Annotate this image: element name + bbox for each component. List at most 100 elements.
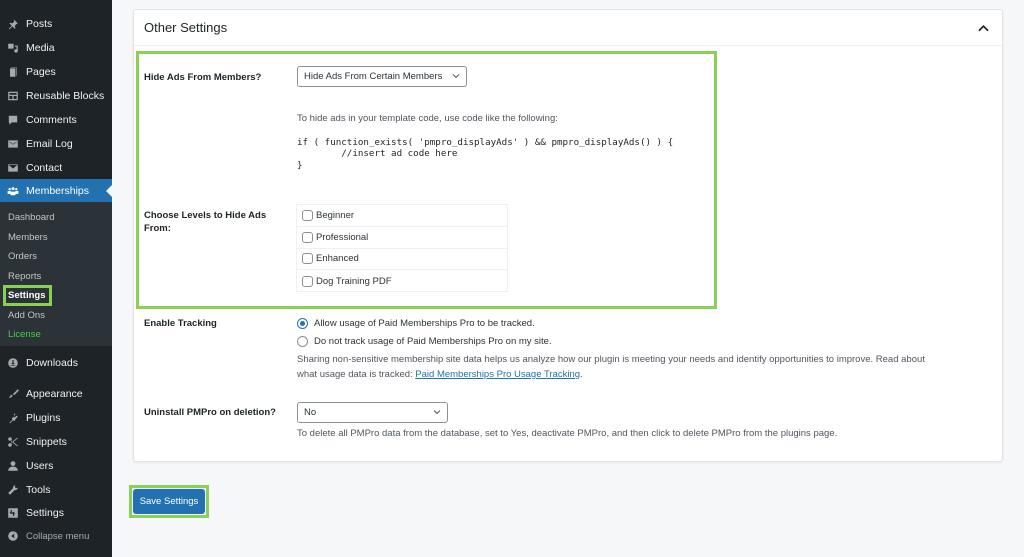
sidebar-item-users[interactable]: Users xyxy=(0,454,112,478)
sidebar-item-tools[interactable]: Tools xyxy=(0,478,112,502)
radio-allow[interactable] xyxy=(297,318,308,329)
code-line-2: //insert ad code here xyxy=(297,148,458,159)
scissors-icon xyxy=(6,435,20,449)
email-icon xyxy=(6,137,20,151)
other-settings-panel: Other Settings xyxy=(133,9,1003,462)
sidebar-item-label: Users xyxy=(26,460,54,472)
tracking-desc-prefix: what usage data is tracked: xyxy=(297,369,416,380)
submenu-item-reports[interactable]: Reports xyxy=(8,271,41,282)
download-icon xyxy=(6,356,20,370)
sidebar-item-label: Snippets xyxy=(26,436,67,448)
hide-ads-select[interactable]: Hide Ads From Certain Members xyxy=(297,66,467,87)
hide-ads-help-text: To hide ads in your template code, use c… xyxy=(297,113,558,124)
sidebar-item-label: Plugins xyxy=(26,412,61,424)
sidebar-item-label: Comments xyxy=(26,114,77,126)
tracking-desc-line-2: what usage data is tracked: Paid Members… xyxy=(297,367,583,382)
pin-icon xyxy=(6,17,20,31)
collapse-menu-label: Collapse menu xyxy=(26,530,90,542)
hide-ads-selected-value: Hide Ads From Certain Members xyxy=(304,71,443,82)
sidebar-item-label: Contact xyxy=(26,162,63,174)
code-line-1: if ( function_exists( 'pmpro_displayAds'… xyxy=(297,137,674,148)
sidebar-item-label: Memberships xyxy=(26,185,90,197)
sidebar-item-memberships[interactable]: Memberships xyxy=(0,179,112,203)
checkbox[interactable] xyxy=(302,275,313,287)
blocks-icon xyxy=(6,89,20,103)
collapse-menu-button[interactable]: Collapse menu xyxy=(0,524,112,548)
sidebar-item-label: Email Log xyxy=(26,138,73,150)
envelope-icon xyxy=(6,161,20,175)
radio-deny[interactable] xyxy=(297,336,308,347)
panel-title: Other Settings xyxy=(144,20,228,35)
level-option-label: Enhanced xyxy=(316,253,359,265)
usage-tracking-link[interactable]: Paid Memberships Pro Usage Tracking xyxy=(415,369,580,380)
checkbox[interactable] xyxy=(302,209,313,221)
chevron-up-icon[interactable] xyxy=(976,21,990,35)
chevron-down-icon xyxy=(452,71,460,82)
wrench-icon xyxy=(6,483,20,497)
submenu-item-license[interactable]: License xyxy=(8,329,41,340)
media-icon xyxy=(6,41,20,55)
levels-checkbox-list: Beginner Professional Enhanced Dog Train… xyxy=(296,204,508,292)
panel-header: Other Settings xyxy=(134,10,1002,46)
groups-icon xyxy=(6,184,20,198)
tracking-allow-label: Allow usage of Paid Memberships Pro to b… xyxy=(314,318,535,329)
uninstall-selected-value: No xyxy=(304,407,317,418)
admin-sidebar: Posts Media Pages Reusable Blocks Commen… xyxy=(0,0,112,557)
sidebar-item-media[interactable]: Media xyxy=(0,36,112,60)
checkbox[interactable] xyxy=(302,253,313,265)
comment-icon xyxy=(6,113,20,127)
level-option-label: Professional xyxy=(316,231,369,243)
tracking-desc-suffix: . xyxy=(580,369,583,380)
settings-icon xyxy=(6,506,20,520)
tracking-deny-label: Do not track usage of Paid Memberships P… xyxy=(314,336,552,347)
sidebar-item-snippets[interactable]: Snippets xyxy=(0,430,112,454)
sidebar-item-reusable-blocks[interactable]: Reusable Blocks xyxy=(0,84,112,108)
sidebar-item-label: Media xyxy=(26,42,55,54)
enable-tracking-label: Enable Tracking xyxy=(144,318,217,329)
sidebar-item-downloads[interactable]: Downloads xyxy=(0,351,112,375)
collapse-icon xyxy=(6,529,20,543)
chevron-down-icon xyxy=(433,407,441,418)
uninstall-help-text: To delete all PMPro data from the databa… xyxy=(297,428,838,439)
sidebar-item-plugins[interactable]: Plugins xyxy=(0,406,112,430)
checkbox[interactable] xyxy=(302,231,313,243)
sidebar-item-label: Appearance xyxy=(26,388,83,400)
choose-levels-label: Choose Levels to Hide Ads From: xyxy=(144,210,267,234)
submenu-item-members[interactable]: Members xyxy=(8,232,48,243)
level-option-label: Dog Training PDF xyxy=(316,275,392,287)
sidebar-item-label: Settings xyxy=(26,507,64,519)
sidebar-item-comments[interactable]: Comments xyxy=(0,108,112,132)
tracking-option-deny[interactable]: Do not track usage of Paid Memberships P… xyxy=(297,336,552,347)
brush-icon xyxy=(6,387,20,401)
pages-icon xyxy=(6,65,20,79)
tracking-desc-line-1: Sharing non-sensitive membership site da… xyxy=(297,354,925,365)
level-option-professional[interactable]: Professional xyxy=(297,227,507,249)
level-option-label: Beginner xyxy=(316,209,355,221)
sidebar-item-label: Reusable Blocks xyxy=(26,90,105,102)
submenu-item-add-ons[interactable]: Add Ons xyxy=(8,310,45,321)
sidebar-item-label: Pages xyxy=(26,66,56,78)
memberships-submenu: Dashboard Members Orders Reports Setting… xyxy=(0,202,112,346)
level-option-dog-training-pdf[interactable]: Dog Training PDF xyxy=(297,270,507,292)
settings-highlight-box xyxy=(3,285,52,306)
code-line-3: } xyxy=(297,160,303,171)
sidebar-item-label: Downloads xyxy=(26,357,78,369)
sidebar-item-appearance[interactable]: Appearance xyxy=(0,382,112,406)
sidebar-item-contact[interactable]: Contact xyxy=(0,156,112,180)
sidebar-item-label: Posts xyxy=(26,18,53,30)
uninstall-label: Uninstall PMPro on deletion? xyxy=(144,407,276,418)
sidebar-item-posts[interactable]: Posts xyxy=(0,12,112,36)
save-settings-button[interactable]: Save Settings xyxy=(133,489,205,514)
level-option-beginner[interactable]: Beginner xyxy=(297,205,507,227)
sidebar-item-email-log[interactable]: Email Log xyxy=(0,132,112,156)
sidebar-item-pages[interactable]: Pages xyxy=(0,60,112,84)
hide-ads-label: Hide Ads From Members? xyxy=(144,72,262,83)
sidebar-item-settings[interactable]: Settings xyxy=(0,501,112,525)
level-option-enhanced[interactable]: Enhanced xyxy=(297,249,507,271)
submenu-item-orders[interactable]: Orders xyxy=(8,251,37,262)
uninstall-select[interactable]: No xyxy=(297,402,448,423)
plugin-icon xyxy=(6,411,20,425)
submenu-item-dashboard[interactable]: Dashboard xyxy=(8,212,54,223)
sidebar-item-label: Tools xyxy=(26,484,51,496)
tracking-option-allow[interactable]: Allow usage of Paid Memberships Pro to b… xyxy=(297,318,535,329)
